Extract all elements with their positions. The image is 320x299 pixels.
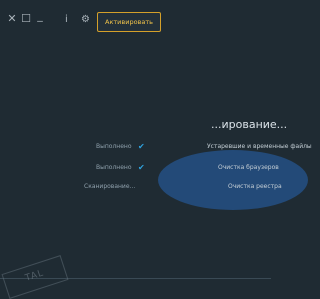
- gear-icon[interactable]: ⚙: [81, 14, 90, 25]
- scan-title: ...ирование...: [211, 118, 288, 131]
- row-status: Сканирование...: [84, 183, 136, 190]
- decorative-blob: [158, 150, 308, 210]
- title-bar: ✕ ☐ _ i ⚙ Активировать: [0, 0, 271, 44]
- maximize-icon[interactable]: ☐: [20, 13, 32, 25]
- scan-row-registry: Сканирование... Очистка реестра: [84, 183, 282, 193]
- row-label: Устаревшие и временные файлы: [207, 143, 312, 150]
- activate-button[interactable]: Активировать: [97, 12, 161, 32]
- row-label: Очистка браузеров: [218, 164, 279, 171]
- info-icon[interactable]: i: [65, 14, 68, 25]
- close-icon[interactable]: ✕: [6, 13, 18, 25]
- watermark-stamp: TAL: [1, 255, 69, 299]
- minimize-icon[interactable]: _: [34, 10, 46, 22]
- check-icon: ✔: [138, 142, 145, 151]
- row-status: Выполнено: [96, 143, 132, 150]
- scan-row-browsers: Выполнено ✔ Очистка браузеров: [96, 163, 279, 174]
- check-icon: ✔: [138, 163, 145, 172]
- scan-row-temp-files: Выполнено ✔ Устаревшие и временные файлы: [96, 142, 312, 153]
- row-status: Выполнено: [96, 164, 132, 171]
- row-label: Очистка реестра: [228, 183, 282, 190]
